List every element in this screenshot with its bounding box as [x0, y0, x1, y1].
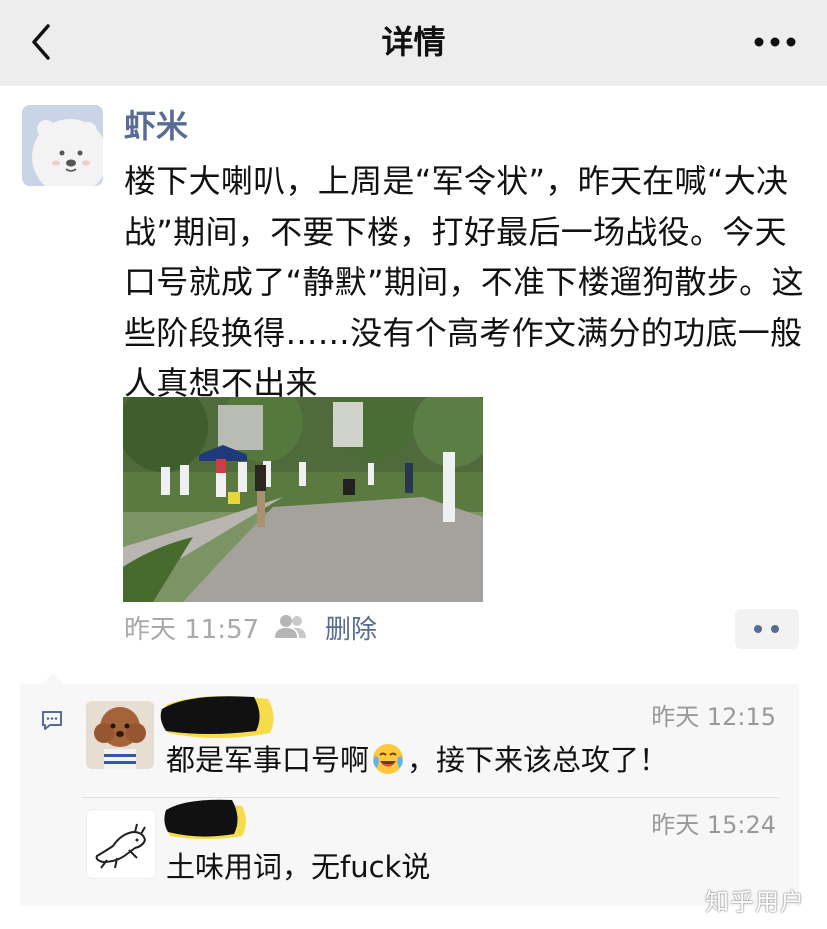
- dot-icon: [771, 625, 779, 633]
- post-time: 昨天 11:57: [124, 615, 260, 645]
- commenter-avatar[interactable]: [86, 701, 154, 769]
- post-text: 楼下大喇叭，上周是“军令状”，昨天在喊“大决战”期间，不要下楼，打好最后一场战役…: [124, 162, 804, 402]
- redacted-name: [164, 799, 246, 839]
- dot-icon: [754, 625, 762, 633]
- crying-laughing-emoji: [373, 744, 404, 774]
- page-title: 详情: [381, 23, 446, 61]
- doodle-avatar-image: [87, 810, 155, 878]
- comment-time: 昨天 12:15: [651, 703, 776, 731]
- comment-time: 昨天 15:24: [651, 811, 776, 839]
- more-dots-icon: [754, 37, 796, 47]
- more-button[interactable]: [753, 30, 797, 54]
- navbar: 详情: [0, 0, 827, 86]
- comments-pointer: [42, 673, 64, 684]
- street-scene-image: [123, 397, 483, 602]
- comment-icon: [42, 711, 62, 730]
- comment-text-part: ，接下来该总攻了！: [407, 743, 669, 777]
- delete-link[interactable]: 删除: [325, 610, 377, 650]
- comment-text: 都是军事口号啊 ，接下来该总攻了！: [166, 740, 668, 780]
- comment-text: 土味用词，无fuck说: [166, 850, 431, 884]
- people-icon: [275, 615, 306, 638]
- commenter-avatar[interactable]: [86, 809, 156, 879]
- watermark: 知乎用户: [705, 888, 805, 916]
- author-avatar[interactable]: [22, 105, 103, 186]
- post-photo[interactable]: [123, 397, 483, 602]
- polar-bear-avatar-image: [22, 105, 103, 186]
- comment-text-part: 都是军事口号啊: [166, 743, 370, 777]
- author-name[interactable]: 虾米: [124, 104, 188, 148]
- poodle-avatar-image: [86, 701, 154, 769]
- redacted-name: [160, 696, 274, 738]
- like-comment-button[interactable]: [735, 609, 799, 649]
